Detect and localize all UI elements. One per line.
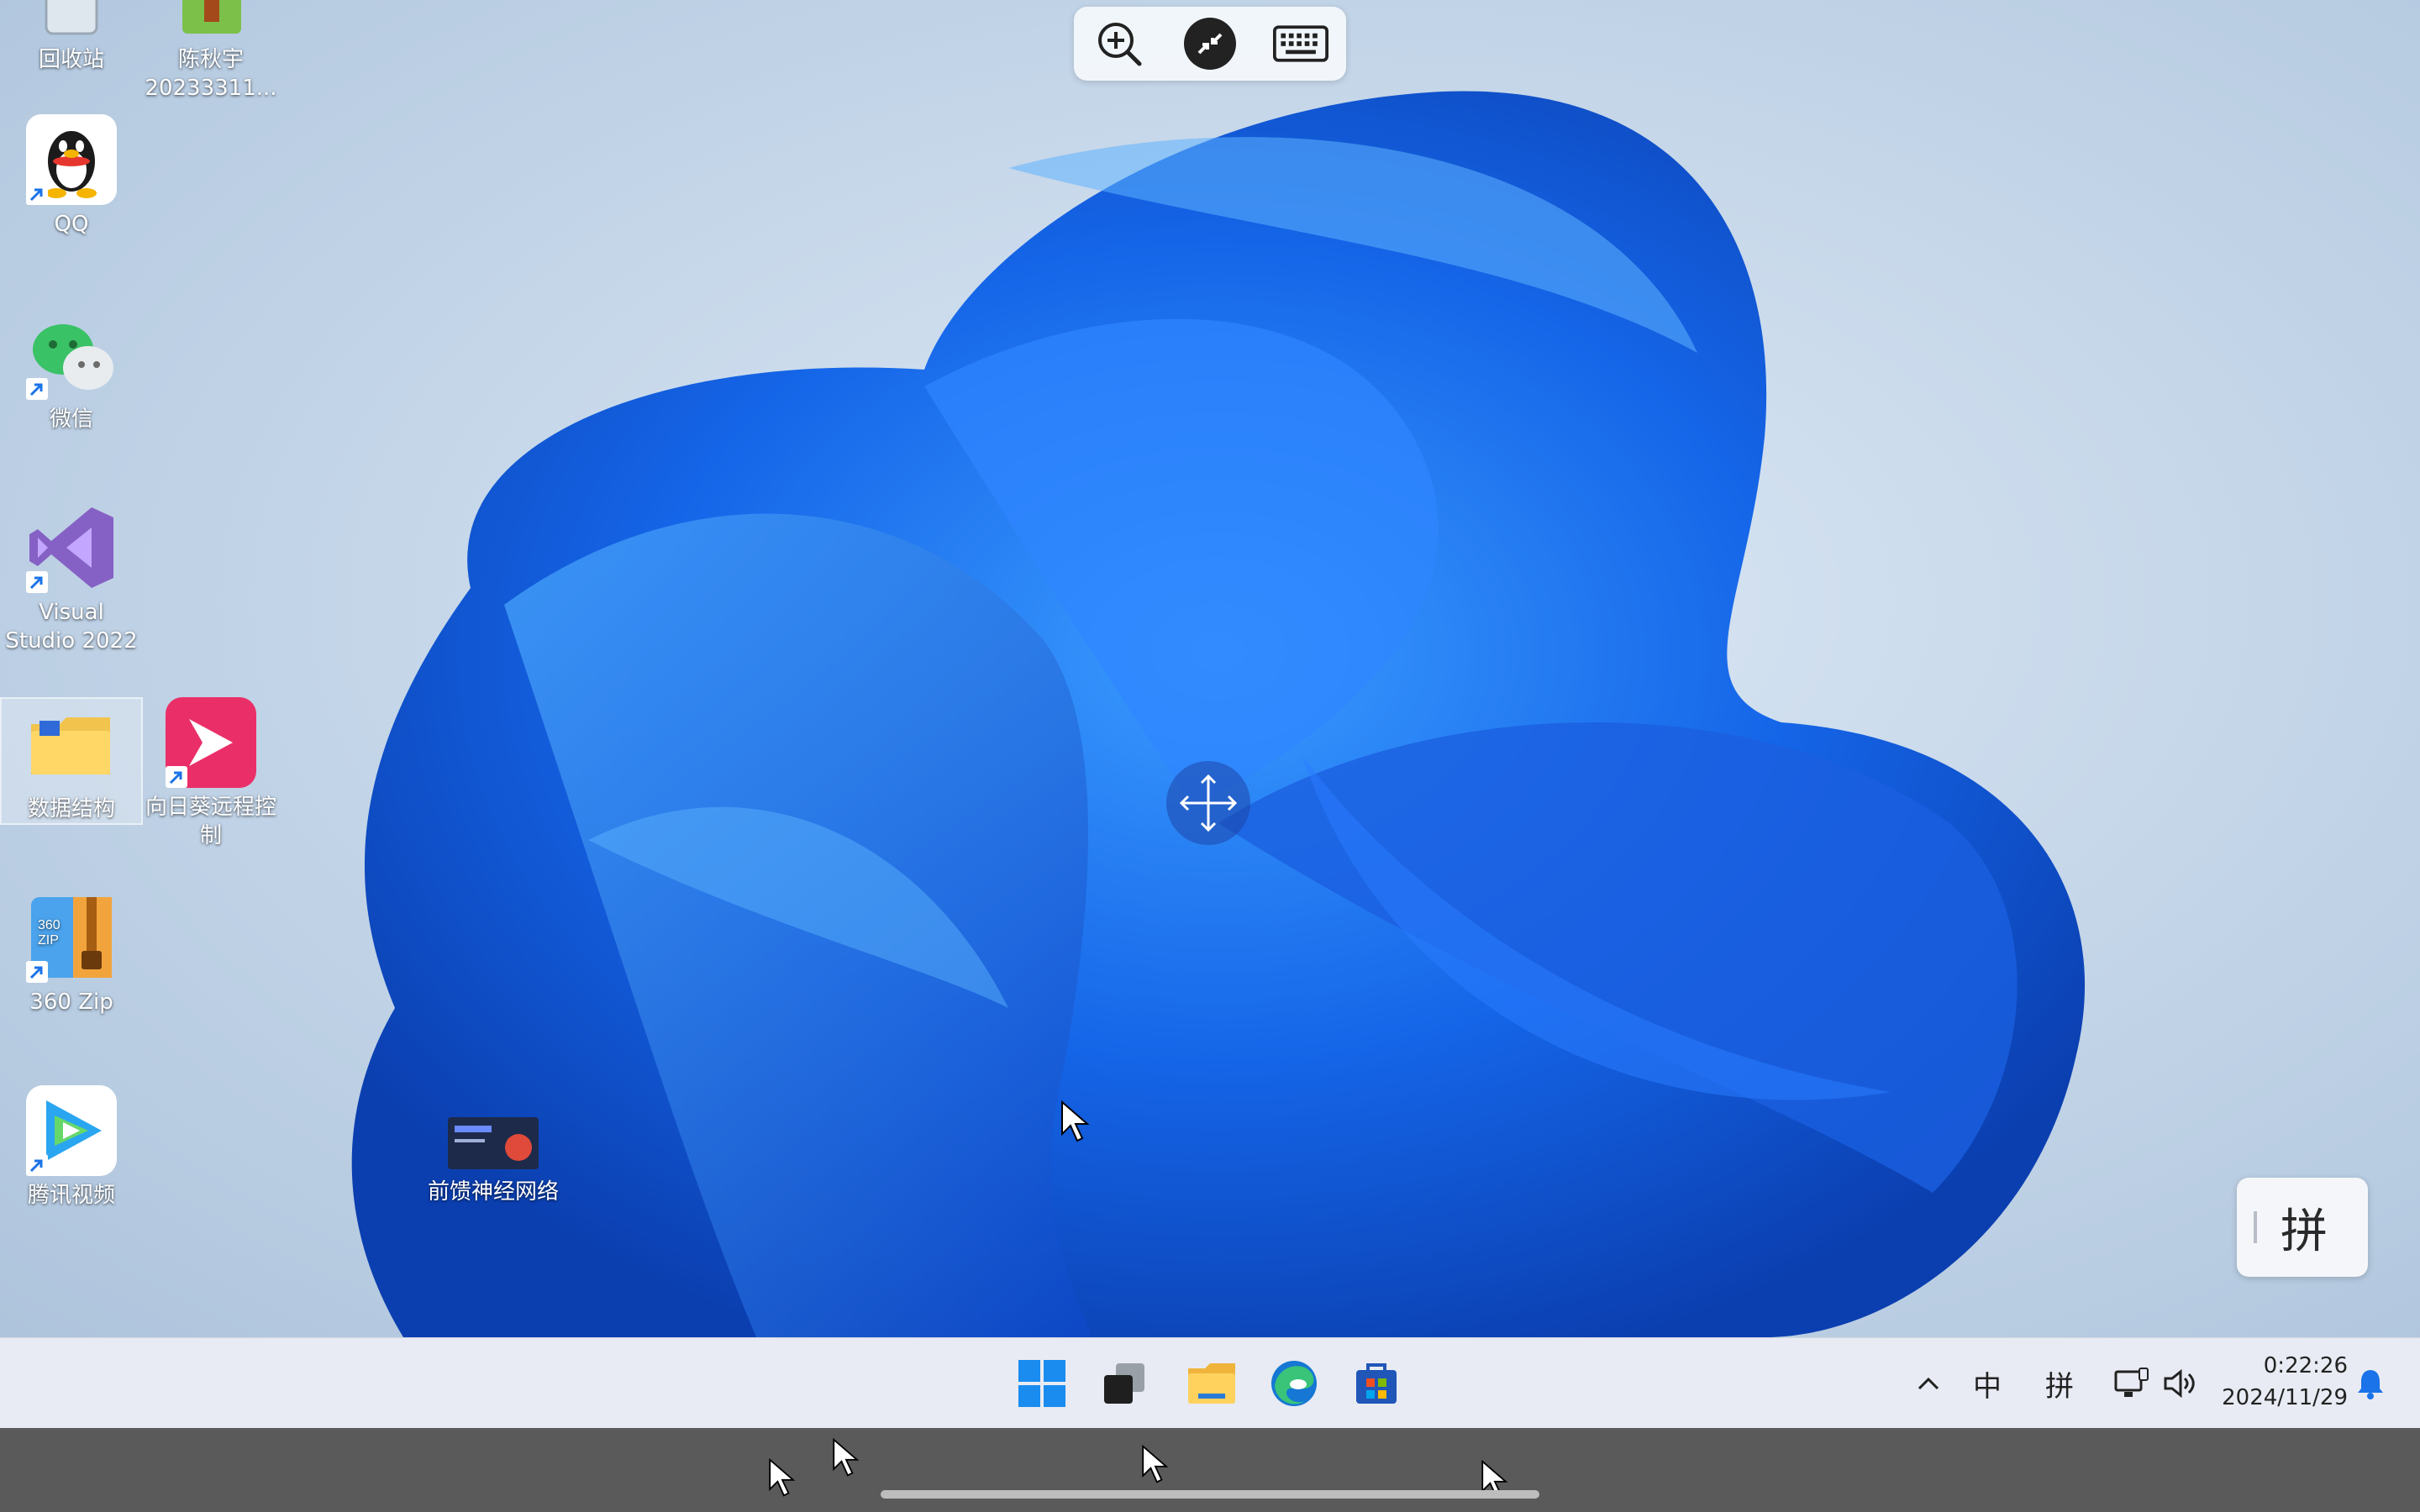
file-explorer-button[interactable] bbox=[1178, 1350, 1245, 1417]
ghost-cursor-icon bbox=[1142, 1445, 1169, 1483]
desktop-icon-label: 前馈神经网络 bbox=[427, 1179, 559, 1205]
edge-icon bbox=[1271, 1361, 1317, 1406]
ghost-cursor-icon bbox=[769, 1458, 796, 1497]
shortcut-arrow-icon bbox=[26, 961, 48, 983]
shortcut-arrow-icon bbox=[26, 378, 48, 400]
recycle-bin-icon bbox=[45, 0, 98, 35]
remote-control-icon bbox=[1184, 18, 1236, 70]
svg-text:ZIP: ZIP bbox=[38, 933, 59, 948]
file-explorer-icon bbox=[1188, 1363, 1235, 1404]
desktop-icon-label: 陈秋宇 20233311... bbox=[145, 47, 277, 101]
ghost-cursor-icon bbox=[833, 1438, 860, 1477]
desktop-icon-feedforward-network[interactable]: 前馈神经网络 bbox=[424, 1114, 563, 1206]
desktop-icon-recycle-bin[interactable]: 回收站 bbox=[2, 0, 141, 74]
home-indicator[interactable] bbox=[881, 1490, 1539, 1499]
archive-folder-icon bbox=[182, 0, 241, 34]
bell-icon bbox=[2358, 1370, 2383, 1399]
ime-floating-indicator[interactable]: 拼 bbox=[2237, 1178, 2368, 1277]
ppt-thumbnail-icon bbox=[448, 1117, 539, 1169]
tray-overflow-chevron[interactable] bbox=[1907, 1360, 1949, 1407]
notification-button[interactable] bbox=[2349, 1360, 2391, 1407]
network-icon bbox=[2114, 1368, 2149, 1397]
shortcut-arrow-icon bbox=[26, 1154, 48, 1176]
desktop-icon-label: QQ bbox=[54, 212, 89, 237]
shortcut-arrow-icon bbox=[26, 183, 48, 205]
wallpaper-bloom bbox=[351, 91, 2086, 1337]
ime-mode-label: 拼 bbox=[2281, 1204, 2328, 1259]
edge-button[interactable] bbox=[1260, 1350, 1328, 1417]
desktop-icon-label: 360 Zip bbox=[29, 990, 113, 1015]
desktop-icon-sunlogin[interactable]: 向日葵远程控 制 bbox=[141, 697, 281, 850]
ime-drag-bar bbox=[2254, 1211, 2257, 1243]
taskbar-clock[interactable]: 0:22:26 2024/11/29 bbox=[2207, 1350, 2348, 1414]
desktop-icon-tencent-video[interactable]: 腾讯视频 bbox=[2, 1085, 141, 1210]
remote-control-button[interactable] bbox=[1182, 16, 1238, 71]
clock-time: 0:22:26 bbox=[2263, 1353, 2348, 1378]
svg-text:360: 360 bbox=[38, 918, 60, 932]
tray-volume-button[interactable] bbox=[2158, 1360, 2200, 1407]
move-handle[interactable] bbox=[1166, 761, 1250, 845]
move-arrows-icon bbox=[1179, 774, 1238, 832]
gesture-strip bbox=[0, 1428, 2420, 1512]
desktop-icon-label: 数据结构 bbox=[27, 796, 115, 822]
desktop-icon-data-structure-folder[interactable]: 数据结构 bbox=[0, 697, 143, 825]
desktop-icon-label: Visual Studio 2022 bbox=[5, 600, 138, 654]
desktop-icon-label: 向日葵远程控 制 bbox=[145, 795, 276, 848]
shortcut-arrow-icon bbox=[166, 766, 187, 788]
task-view-icon bbox=[1104, 1363, 1144, 1404]
desktop-icon-folder-chen[interactable]: 陈秋宇 20233311... bbox=[141, 0, 281, 102]
keyboard-button[interactable] bbox=[1273, 16, 1328, 71]
remote-toolbar bbox=[1074, 7, 1346, 81]
task-view-button[interactable] bbox=[1091, 1350, 1158, 1417]
mouse-cursor-icon bbox=[1061, 1100, 1090, 1142]
folder-icon bbox=[31, 717, 110, 774]
desktop-icon-qq[interactable]: QQ bbox=[2, 114, 141, 239]
shortcut-arrow-icon bbox=[26, 571, 48, 593]
clock-date: 2024/11/29 bbox=[2222, 1385, 2348, 1410]
keyboard-icon bbox=[1273, 25, 1328, 62]
zoom-icon bbox=[1098, 23, 1142, 66]
store-button[interactable] bbox=[1343, 1350, 1410, 1417]
tray-network-button[interactable] bbox=[2107, 1360, 2158, 1407]
desktop-icon-label: 微信 bbox=[49, 407, 93, 432]
desktop-icon-wechat[interactable]: 微信 bbox=[2, 309, 141, 433]
windows-start-icon bbox=[1018, 1360, 1065, 1407]
desktop-icon-360zip[interactable]: 360 ZIP 360 Zip bbox=[2, 892, 141, 1016]
taskbar: 中 拼 0:22:26 2024/11/29 bbox=[0, 1337, 2420, 1429]
volume-icon bbox=[2164, 1368, 2195, 1399]
tray-language-indicator[interactable]: 中 bbox=[1966, 1360, 2008, 1407]
store-icon bbox=[1356, 1363, 1397, 1404]
zoom-button[interactable] bbox=[1092, 16, 1147, 71]
chevron-up-icon bbox=[1918, 1377, 1939, 1390]
desktop-icon-visual-studio[interactable]: Visual Studio 2022 bbox=[2, 502, 141, 655]
desktop-icon-label: 腾讯视频 bbox=[27, 1183, 115, 1208]
desktop[interactable]: 回收站 陈秋宇 20233311... QQ 微信 Visual Studio … bbox=[0, 0, 2420, 1337]
desktop-icon-label: 回收站 bbox=[38, 47, 104, 72]
start-button[interactable] bbox=[1008, 1350, 1076, 1417]
tray-ime-indicator[interactable]: 拼 bbox=[2039, 1360, 2081, 1407]
